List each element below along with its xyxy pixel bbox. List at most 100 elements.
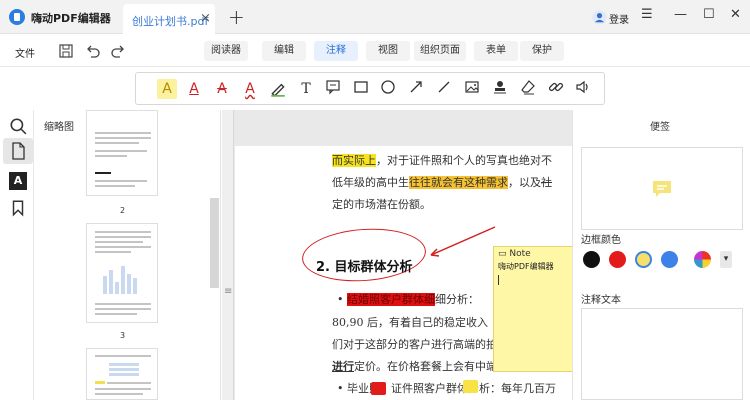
search-icon[interactable] [9, 117, 27, 135]
sticky-note[interactable]: ▭ Note 嗨动PDF编辑器 [493, 246, 572, 372]
user-avatar-icon[interactable] [592, 10, 607, 25]
tab-protect[interactable]: 保护 [520, 41, 564, 61]
strikethrough-icon[interactable]: A [212, 79, 232, 99]
squiggly-icon[interactable]: A [240, 79, 260, 99]
file-menu[interactable]: 文件 [15, 45, 35, 60]
app-window: 嗨动PDF编辑器 创业计划书.pdf × + 登录 ☰ — ☐ ✕ 文件 阅读器… [0, 0, 750, 400]
page-thumbnail-2[interactable] [86, 110, 158, 196]
thumbnail-panel: 缩略图 2 3 [35, 110, 221, 400]
note-icon: ▭ [498, 249, 507, 259]
save-icon[interactable] [58, 43, 74, 59]
login-link[interactable]: 登录 [609, 11, 629, 26]
redo-icon[interactable] [110, 43, 126, 59]
tab-close-icon[interactable]: × [200, 11, 211, 26]
text-line: 定的市场潜在份额。 [332, 198, 431, 211]
new-tab-button[interactable]: + [228, 5, 245, 29]
left-sidebar: A [0, 110, 34, 400]
line-icon[interactable] [434, 79, 454, 99]
color-swatch-blue[interactable] [661, 251, 678, 268]
thumbnail-page-number: 2 [120, 206, 126, 215]
strikethrough-text[interactable]: 社 [541, 176, 552, 189]
arrow-icon[interactable] [406, 79, 426, 99]
highlighted-text[interactable]: 而实际上 [332, 154, 376, 167]
stamp-icon[interactable] [490, 79, 510, 99]
comment-icon[interactable] [323, 79, 343, 99]
note-header: ▭ Note [498, 249, 531, 259]
minimize-button[interactable]: — [674, 7, 687, 22]
tab-view[interactable]: 视图 [366, 41, 410, 61]
note-author: 嗨动PDF编辑器 [498, 262, 554, 271]
panel-title: 便签 [650, 122, 670, 133]
image-icon[interactable] [462, 79, 482, 99]
title-bar: 嗨动PDF编辑器 创业计划书.pdf × + 登录 ☰ — ☐ ✕ [0, 0, 750, 34]
circle-icon[interactable] [378, 79, 398, 99]
tab-annotate[interactable]: 注释 [314, 41, 358, 61]
ellipse-annotation[interactable] [300, 224, 428, 286]
color-picker-dropdown-icon[interactable]: ▾ [720, 251, 732, 268]
highlighted-text[interactable]: 结婚照客户群体细 [347, 293, 435, 306]
note-preview-icon [653, 181, 671, 197]
annotation-toolbar: A A A A T [135, 72, 605, 105]
bullet: • [337, 293, 344, 306]
pen-icon[interactable] [268, 79, 288, 99]
tab-reader[interactable]: 阅读器 [204, 41, 248, 61]
rectangle-icon[interactable] [351, 79, 371, 99]
thumbnail-scrollbar[interactable] [210, 198, 219, 288]
text-icon[interactable]: T [296, 79, 316, 99]
maximize-button[interactable]: ☐ [703, 7, 715, 22]
app-title: 嗨动PDF编辑器 [31, 12, 111, 25]
tab-organize-pages[interactable]: 组织页面 [414, 41, 466, 61]
text-line: • 毕业照、证件照客户群体分析：每年几百万 [337, 382, 556, 395]
text-line: 80,90 后，有着自己的稳定收入 [332, 316, 488, 329]
text-cursor [498, 275, 499, 285]
audio-icon[interactable] [573, 79, 593, 99]
page-icon [12, 142, 25, 160]
close-window-button[interactable]: ✕ [730, 7, 741, 22]
color-swatch-black[interactable] [583, 251, 600, 268]
text-span: 细分析： [435, 293, 479, 306]
app-logo-icon [9, 9, 25, 25]
eraser-icon[interactable] [518, 79, 538, 99]
border-color-label: 边框颜色 [581, 235, 621, 246]
highlighted-text[interactable]: 往往就会有这种需求 [409, 176, 508, 189]
thumbnail-panel-title: 缩略图 [44, 122, 74, 133]
page-thumbnail-4[interactable] [86, 348, 158, 400]
underlined-text[interactable]: 进行 [332, 360, 354, 373]
note-title: Note [509, 249, 531, 259]
underline-icon[interactable]: A [184, 79, 204, 99]
section-heading: 2. 目标群体分析 [316, 260, 413, 275]
text-span: 低年级的高中生 [332, 176, 409, 189]
comment-marker-icon[interactable] [463, 380, 478, 393]
tab-forms[interactable]: 表单 [474, 41, 518, 61]
text-span: ，以及 [508, 176, 541, 189]
color-swatch-yellow[interactable] [635, 251, 652, 268]
tab-edit[interactable]: 编辑 [262, 41, 306, 61]
thumbnail-page-number: 3 [120, 331, 126, 340]
properties-panel: 便签 边框颜色 ▾ 注释文本 [572, 110, 750, 400]
arrow-annotation[interactable] [425, 224, 497, 260]
document-viewer: ≡ 而实际上，对于证件照和个人的写真也绝对不 低年级的高中生往往就会有这种需求，… [222, 110, 572, 400]
color-swatch-red[interactable] [609, 251, 626, 268]
text-line: 而实际上，对于证件照和个人的写真也绝对不 [332, 152, 552, 168]
pdf-page: 而实际上，对于证件照和个人的写真也绝对不 低年级的高中生往往就会有这种需求，以及… [235, 146, 572, 400]
color-picker-custom[interactable] [694, 251, 711, 268]
text-span: ，对于证件照和个人的写真也绝对不 [376, 154, 552, 167]
panel-splitter[interactable]: ≡ [222, 110, 234, 400]
thumbnails-panel-button[interactable] [3, 138, 33, 164]
ribbon-bar: 文件 阅读器 编辑 注释 视图 组织页面 表单 保护 [0, 35, 750, 67]
bookmark-icon[interactable] [9, 199, 27, 217]
text-line: • 结婚照客户群体细细分析： [337, 291, 479, 307]
note-preview [581, 147, 743, 230]
page-thumbnail-3[interactable] [86, 223, 158, 323]
link-icon[interactable] [546, 79, 566, 99]
highlight-icon[interactable]: A [157, 79, 177, 99]
comment-text-label: 注释文本 [581, 295, 621, 306]
splitter-grip-icon[interactable]: ≡ [224, 286, 232, 297]
document-tab-label: 创业计划书.pdf [132, 15, 209, 28]
document-tab[interactable]: 创业计划书.pdf × [123, 4, 215, 34]
text-recognize-icon[interactable]: A [9, 172, 27, 190]
comment-marker-icon[interactable] [371, 382, 386, 395]
menu-icon[interactable]: ☰ [641, 7, 653, 22]
comment-text-area[interactable] [581, 308, 743, 400]
undo-icon[interactable] [85, 43, 101, 59]
